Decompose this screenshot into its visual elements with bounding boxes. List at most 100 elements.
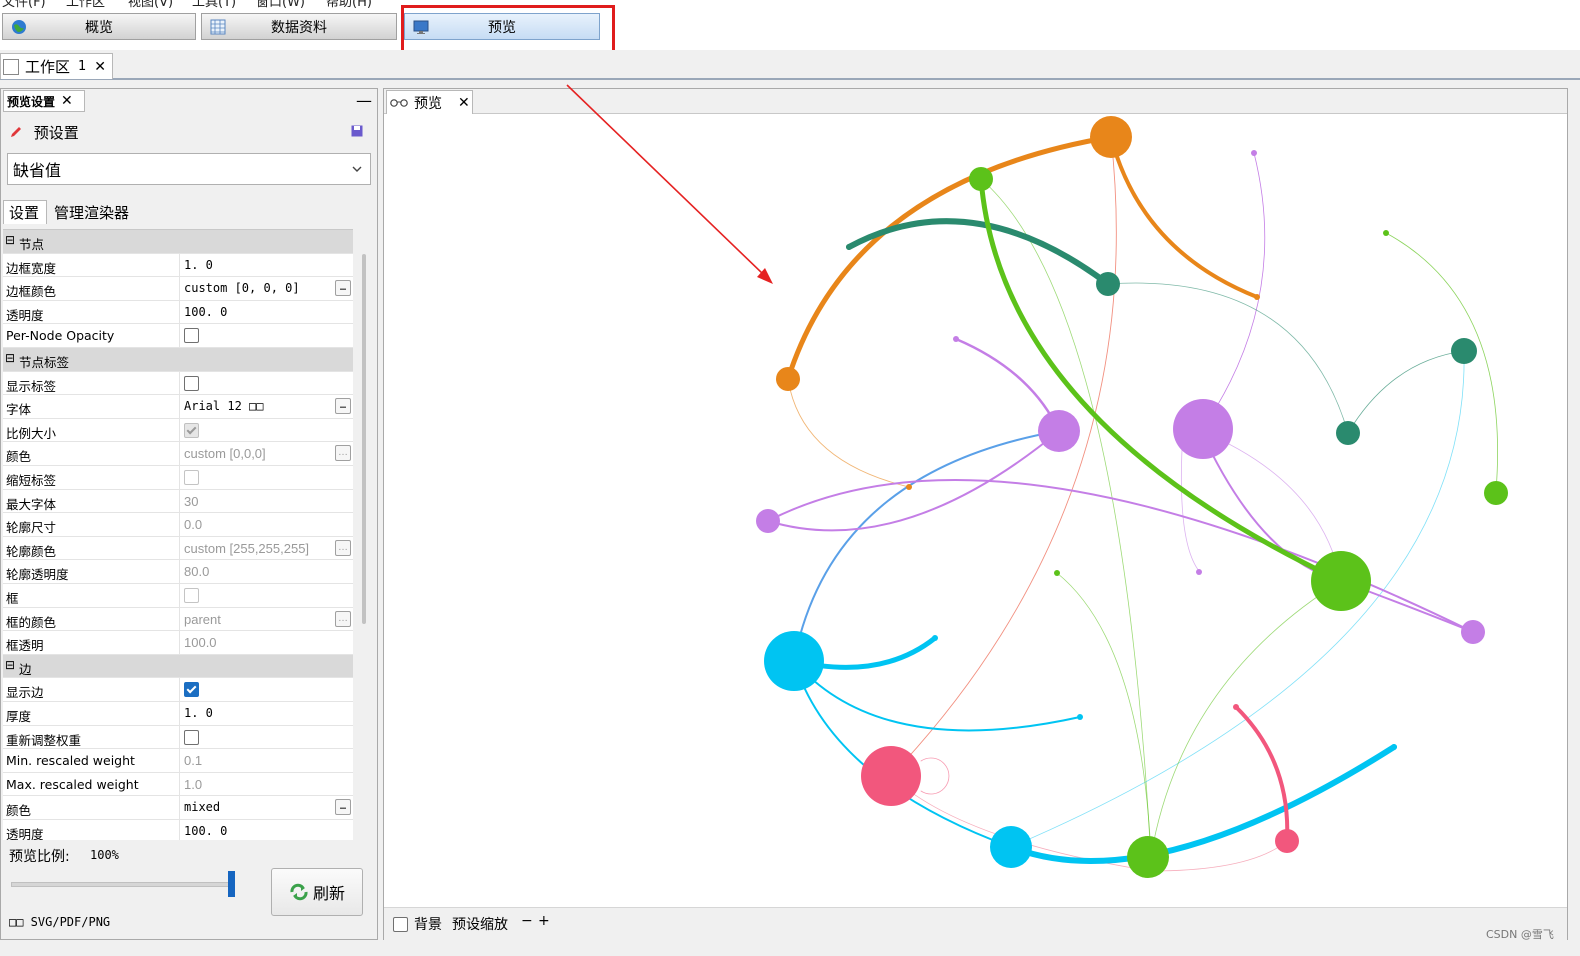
ellipsis-button[interactable]: … (335, 610, 351, 627)
property-row: 框 (3, 584, 353, 608)
property-key: 显示标签 (6, 378, 57, 394)
property-value[interactable]: 80.0 (179, 560, 353, 583)
tab-settings[interactable]: 设置 (3, 200, 47, 224)
menu-workspace[interactable]: 工作区 (66, 0, 105, 10)
menu-help[interactable]: 帮助(H) (326, 0, 372, 10)
graph-node (932, 635, 938, 641)
preview-tab[interactable]: 预览 ✕ (386, 90, 473, 114)
property-checkbox[interactable] (179, 324, 353, 347)
property-checkbox[interactable] (179, 584, 353, 607)
menu-file[interactable]: 文件(F) (2, 0, 46, 10)
graph-node (764, 631, 824, 691)
property-key: 透明度 (6, 307, 44, 323)
overview-label: 概览 (85, 19, 113, 36)
preview-ratio-slider[interactable] (11, 882, 233, 887)
graph-node (953, 336, 959, 342)
graph-node (1275, 829, 1299, 853)
property-value[interactable]: 0.1 (179, 749, 353, 772)
section-header[interactable]: ⊟ 边 (3, 654, 353, 679)
property-value[interactable]: 100. 0 (179, 300, 353, 324)
menu-window[interactable]: 窗口(W) (256, 0, 305, 10)
preview-ratio-slider-thumb[interactable] (228, 871, 235, 897)
workspace-tab-number: 1 (78, 59, 87, 74)
overview-button[interactable]: 概览 (2, 13, 196, 40)
property-row: 颜色 mixed… (3, 796, 353, 820)
property-value[interactable]: parent… (179, 607, 353, 631)
zoom-out-button[interactable]: − (521, 913, 533, 929)
graph-node (969, 167, 993, 191)
scrollbar-thumb[interactable] (362, 254, 366, 624)
ellipsis-button[interactable]: … (335, 445, 351, 462)
collapse-icon[interactable]: ⊟ (5, 658, 15, 672)
preview-settings-tab[interactable]: 预览设置 ✕ (3, 90, 85, 112)
property-key: 最大字体 (6, 496, 57, 512)
preview-tab-close-icon[interactable]: ✕ (458, 95, 470, 111)
zoom-in-button[interactable]: + (538, 913, 550, 929)
ellipsis-button[interactable]: … (335, 398, 351, 415)
refresh-label: 刷新 (312, 884, 345, 903)
refresh-button[interactable]: 刷新 (271, 868, 363, 916)
graph-node (1383, 230, 1389, 236)
preview-window: 预览 ✕ 背景 预设缩放 − + (383, 88, 1568, 940)
property-value-text: Arial 12 □□ (184, 399, 264, 414)
checkbox[interactable] (184, 375, 199, 391)
collapse-icon[interactable]: ⊟ (5, 351, 15, 365)
graph-node (776, 367, 800, 391)
property-value[interactable]: Arial 12 □□ … (179, 395, 353, 418)
property-value[interactable]: 1. 0 (179, 253, 353, 277)
workspace-tab[interactable]: 工作区 1 ✕ (0, 53, 113, 79)
checkbox[interactable] (184, 422, 199, 438)
export-label[interactable]: □□ SVG/PDF/PNG (9, 915, 110, 929)
graph-node (1096, 272, 1120, 296)
property-value[interactable]: 30 (179, 489, 353, 513)
property-checkbox[interactable] (179, 371, 353, 395)
property-value[interactable]: custom [0, 0, 0] … (179, 277, 353, 300)
section-header[interactable]: ⊟ 节点 (3, 230, 353, 254)
preview-settings-close-icon[interactable]: ✕ (61, 93, 73, 109)
property-checkbox[interactable] (179, 466, 353, 489)
property-row: 显示边 (3, 678, 353, 702)
property-checkbox[interactable] (179, 418, 353, 442)
collapse-icon[interactable]: ⊟ (5, 233, 15, 247)
checkbox[interactable] (184, 682, 199, 698)
property-value[interactable]: 0.0 (179, 513, 353, 536)
property-value-text: custom [0, 0, 0] (184, 281, 300, 296)
property-value[interactable]: 100. 0 (179, 820, 353, 840)
property-checkbox[interactable] (179, 725, 353, 749)
background-checkbox[interactable] (393, 917, 408, 932)
tab-manage-renderers[interactable]: 管理渲染器 (49, 200, 135, 224)
graph-edge (1200, 430, 1342, 582)
menu-view[interactable]: 视图(V) (128, 0, 173, 10)
preview-ratio-label: 预览比例: (9, 849, 70, 865)
workspace-close-icon[interactable]: ✕ (94, 59, 106, 75)
graph-node (1484, 481, 1508, 505)
property-value[interactable]: 100.0 (179, 631, 353, 654)
graph-canvas[interactable] (384, 114, 1567, 906)
ellipsis-button[interactable]: … (335, 539, 351, 556)
preview-settings-tab-label: 预览设置 (7, 94, 56, 109)
data-lab-button[interactable]: 数据资料 (201, 13, 397, 40)
ellipsis-button[interactable]: … (335, 280, 351, 297)
minimize-icon[interactable]: — (356, 91, 372, 110)
checkbox[interactable] (184, 729, 199, 745)
preset-select[interactable]: 缺省值 (7, 153, 371, 185)
save-icon[interactable] (351, 125, 363, 137)
property-checkbox[interactable] (179, 678, 353, 701)
menu-tools[interactable]: 工具(T) (192, 0, 236, 10)
checkbox[interactable] (184, 328, 199, 344)
checkbox[interactable] (184, 588, 199, 603)
property-key: 比例大小 (6, 425, 57, 441)
graph-node (1233, 704, 1239, 710)
property-value[interactable]: 1. 0 (179, 702, 353, 725)
property-value[interactable]: 1.0 (179, 772, 353, 796)
property-value-text: 30 (184, 493, 199, 509)
property-value[interactable]: mixed… (179, 796, 353, 819)
section-header[interactable]: ⊟ 节点标签 (3, 348, 353, 372)
graph-edge (1008, 744, 1397, 864)
graph-edge (1056, 572, 1152, 857)
property-value[interactable]: custom [255,255,255]… (179, 536, 353, 560)
preview-ratio-value: 100% (90, 848, 119, 862)
property-value[interactable]: custom [0,0,0]… (179, 442, 353, 465)
checkbox[interactable] (184, 470, 199, 485)
ellipsis-button[interactable]: … (335, 799, 351, 816)
